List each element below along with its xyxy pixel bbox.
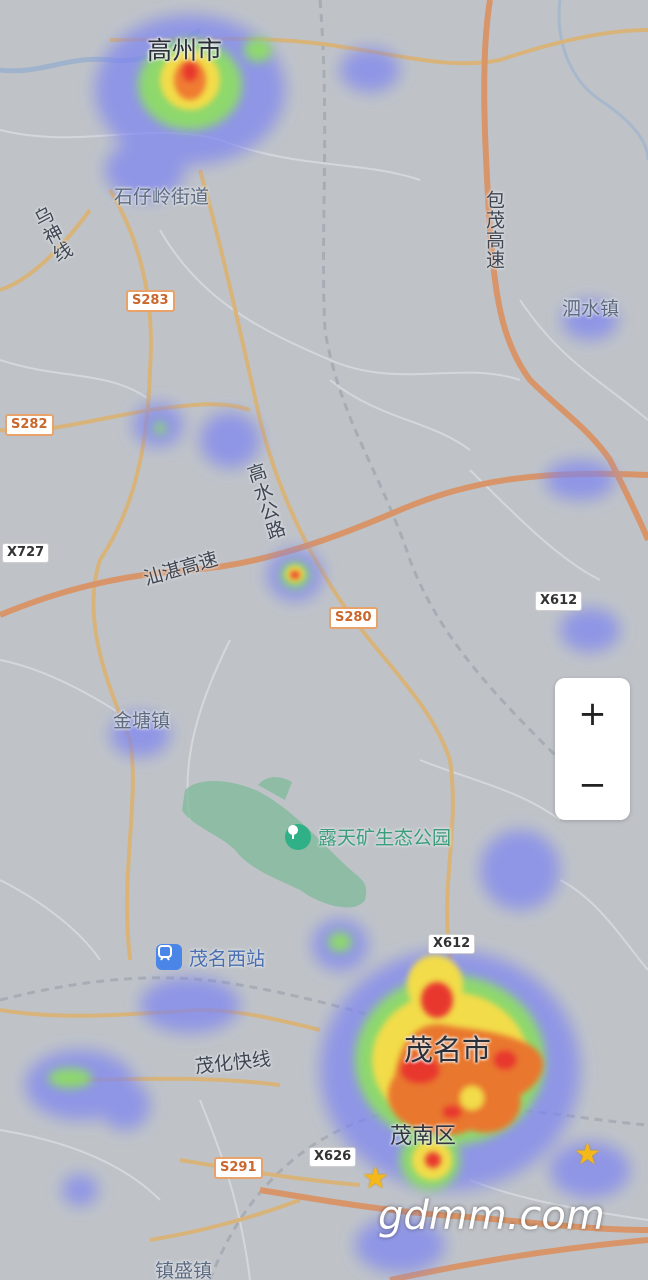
place-label-sishui[interactable]: 泗水镇: [562, 300, 619, 319]
place-label-gaozhou[interactable]: 高州市: [147, 38, 222, 63]
road-shield-x612: X612: [535, 591, 583, 611]
tree-icon: [288, 825, 298, 839]
train-station-icon[interactable]: [156, 944, 182, 970]
road-shield-s282: S282: [5, 414, 54, 436]
map-view[interactable]: 高州市 石仔岭街道 泗水镇 金塘镇 茂名市 茂南区 镇盛镇 乌神线 包茂高速 高…: [0, 0, 648, 1280]
zoom-out-button[interactable]: −: [555, 749, 630, 820]
star-marker-icon[interactable]: ★: [362, 1164, 389, 1194]
star-marker-icon[interactable]: ★: [574, 1140, 601, 1170]
road-shield-s280: S280: [329, 607, 378, 629]
place-label-jintang[interactable]: 金塘镇: [113, 712, 170, 731]
road-label-baomao: 包茂高速: [483, 190, 505, 270]
map-canvas: [0, 0, 648, 1280]
place-label-maonan[interactable]: 茂南区: [390, 1126, 456, 1148]
road-shield-x612: X612: [428, 934, 476, 954]
poi-label-park[interactable]: 露天矿生态公园: [318, 829, 451, 848]
place-label-shizailing[interactable]: 石仔岭街道: [114, 188, 209, 207]
road-shield-x626: X626: [309, 1147, 357, 1167]
road-shield-x727: X727: [2, 543, 50, 563]
river: [557, 0, 648, 161]
train-icon: [158, 945, 172, 961]
watermark: gdmm.com: [378, 1193, 605, 1239]
place-label-maoming[interactable]: 茂名市: [404, 1036, 491, 1065]
road-shield-s291: S291: [214, 1157, 263, 1179]
zoom-in-button[interactable]: +: [555, 678, 630, 749]
poi-label-station[interactable]: 茂名西站: [189, 950, 265, 969]
road-shield-s283: S283: [126, 290, 175, 312]
park-poi-icon[interactable]: [285, 824, 311, 850]
place-label-zhensheng[interactable]: 镇盛镇: [155, 1262, 212, 1280]
zoom-control: + −: [555, 678, 630, 820]
